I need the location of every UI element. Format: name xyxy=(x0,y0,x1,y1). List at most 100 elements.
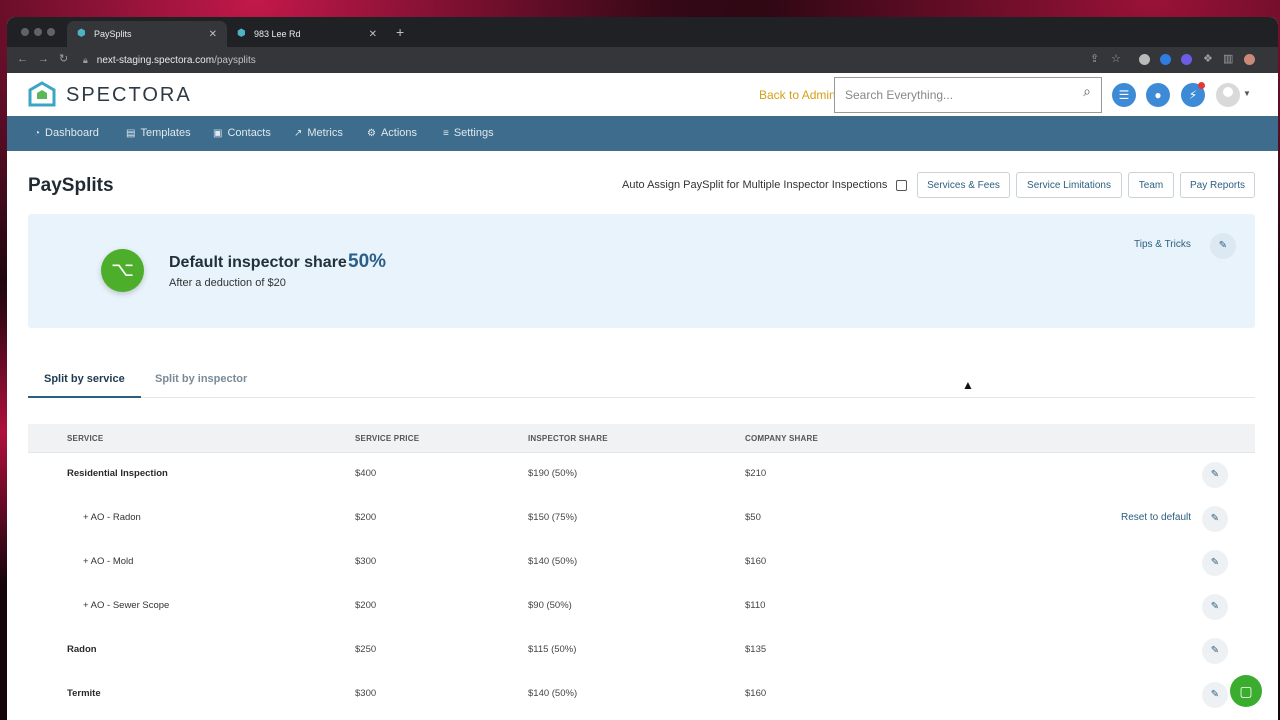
search-input[interactable]: Search Everything... ⌕ xyxy=(834,77,1102,113)
inspector-share: $140 (50%) xyxy=(528,688,578,699)
logo-text[interactable]: SPECTORA xyxy=(66,84,192,107)
auto-assign-label: Auto Assign PaySplit for Multiple Inspec… xyxy=(622,179,888,191)
service-price: $200 xyxy=(355,512,377,523)
service-name: + AO - Radon xyxy=(83,512,141,523)
inspector-share: $150 (75%) xyxy=(528,512,578,523)
table-row: Residential Inspection $400 $190 (50%) $… xyxy=(28,453,1255,497)
edit-row-pencil-icon[interactable]: ✎ xyxy=(1202,462,1228,488)
service-price: $300 xyxy=(355,688,377,699)
edit-default-share-pencil-icon[interactable]: ✎ xyxy=(1210,233,1236,259)
metrics-icon: ↗ xyxy=(294,127,303,139)
tab-split-by-service[interactable]: Split by service xyxy=(28,372,141,398)
table-row: Termite $300 $140 (50%) $160 ✎ xyxy=(28,673,1255,717)
list-icon[interactable]: ☰ xyxy=(1112,83,1136,107)
inspector-share: $140 (50%) xyxy=(528,556,578,567)
nav-item-templates[interactable]: ▤ Templates xyxy=(126,127,191,139)
company-share: $160 xyxy=(745,688,767,699)
dashboard-icon: ◔ xyxy=(34,127,41,139)
company-share: $135 xyxy=(745,644,767,655)
avatar[interactable] xyxy=(1216,83,1240,107)
team-button[interactable]: Team xyxy=(1128,172,1174,198)
address-bar[interactable]: 🔒︎ next-staging.spectora.com/paysplits xyxy=(83,50,1093,70)
service-name: Termite xyxy=(67,688,101,699)
spectora-logo-icon[interactable] xyxy=(28,81,56,109)
nav-item-contacts[interactable]: ▣ Contacts xyxy=(213,127,271,139)
edit-row-pencil-icon[interactable]: ✎ xyxy=(1202,682,1228,708)
edit-row-pencil-icon[interactable]: ✎ xyxy=(1202,638,1228,664)
search-icon[interactable]: ⌕ xyxy=(1083,83,1091,100)
share-icon[interactable]: ⇪ xyxy=(1090,53,1099,65)
chat-support-icon[interactable]: ▢ xyxy=(1230,675,1262,707)
service-price: $250 xyxy=(355,644,377,655)
url-host: next-staging.spectora.com xyxy=(96,54,215,66)
service-limitations-button[interactable]: Service Limitations xyxy=(1016,172,1122,198)
default-share-percent: 50% xyxy=(348,251,387,272)
service-price: $200 xyxy=(355,600,377,611)
spectora-favicon-icon: ⬢ xyxy=(77,28,86,39)
close-tab-icon[interactable]: ✕ xyxy=(209,29,217,40)
mouse-cursor-icon: ▲ xyxy=(962,378,974,392)
minimize-window-dot[interactable] xyxy=(34,28,42,36)
edit-row-pencil-icon[interactable]: ✎ xyxy=(1202,550,1228,576)
default-share-subtext: After a deduction of $20 xyxy=(169,277,286,289)
templates-icon: ▤ xyxy=(126,127,136,139)
extension-icon[interactable] xyxy=(1181,54,1192,65)
new-tab-icon[interactable]: + xyxy=(396,25,404,39)
edit-row-pencil-icon[interactable]: ✎ xyxy=(1202,506,1228,532)
main-nav: ◔ Dashboard ▤ Templates ▣ Contacts ↗ Met… xyxy=(7,116,1278,151)
service-name: Residential Inspection xyxy=(67,468,168,479)
page-title: PaySplits xyxy=(28,175,114,196)
table-row: + AO - Sewer Scope $200 $90 (50%) $110 ✎ xyxy=(28,585,1255,629)
settings-icon: ≡ xyxy=(443,127,449,139)
puzzle-extensions-icon[interactable]: ❖ xyxy=(1203,53,1213,65)
company-share: $50 xyxy=(745,512,761,523)
back-to-admin-link[interactable]: Back to Admin xyxy=(759,88,836,102)
split-tabs: Split by service Split by inspector xyxy=(28,372,1255,398)
nav-label: Dashboard xyxy=(45,127,99,139)
default-share-heading: Default inspector share xyxy=(169,254,347,271)
browser-tab-paysplits[interactable]: ⬢ PaySplits ✕ xyxy=(67,21,227,47)
service-name: + AO - Sewer Scope xyxy=(83,600,170,611)
company-share: $210 xyxy=(745,468,767,479)
lock-icon: 🔒︎ xyxy=(83,54,88,65)
browser-tab-lee-rd[interactable]: ⬢ 983 Lee Rd ✕ xyxy=(227,21,387,47)
profile-avatar-icon[interactable] xyxy=(1244,54,1255,65)
app-header: SPECTORA Back to Admin Search Everything… xyxy=(7,73,1278,116)
spectora-favicon-icon: ⬢ xyxy=(237,28,246,39)
maximize-window-dot[interactable] xyxy=(47,28,55,36)
nav-item-actions[interactable]: ⚙︎ Actions xyxy=(367,127,417,139)
tips-tricks-link[interactable]: Tips & Tricks xyxy=(1134,239,1191,250)
nav-item-dashboard[interactable]: ◔ Dashboard xyxy=(34,127,99,139)
close-tab-icon[interactable]: ✕ xyxy=(369,29,377,40)
nav-item-settings[interactable]: ≡ Settings xyxy=(443,127,494,139)
bookmark-star-icon[interactable]: ☆ xyxy=(1111,53,1121,65)
nav-label: Metrics xyxy=(307,127,343,139)
extension-icon[interactable] xyxy=(1139,54,1150,65)
default-share-panel: ⌥ Default inspector share 50% After a de… xyxy=(28,214,1255,328)
pay-reports-button[interactable]: Pay Reports xyxy=(1180,172,1255,198)
extension-icon[interactable] xyxy=(1160,54,1171,65)
browser-toolbar: ← → ↻ 🔒︎ next-staging.spectora.com/paysp… xyxy=(7,47,1278,73)
services-fees-button[interactable]: Services & Fees xyxy=(917,172,1010,198)
column-header-service: SERVICE xyxy=(67,434,104,443)
side-panel-icon[interactable]: ▥ xyxy=(1223,53,1233,65)
company-share: $160 xyxy=(745,556,767,567)
forward-arrow-icon[interactable]: → xyxy=(38,53,49,65)
tab-split-by-inspector[interactable]: Split by inspector xyxy=(139,372,263,398)
search-placeholder: Search Everything... xyxy=(845,88,954,102)
chat-bubble-icon[interactable]: ● xyxy=(1146,83,1170,107)
reset-to-default-link[interactable]: Reset to default xyxy=(1121,512,1191,523)
reload-icon[interactable]: ↻ xyxy=(59,53,68,65)
back-arrow-icon[interactable]: ← xyxy=(17,53,28,65)
nav-item-metrics[interactable]: ↗ Metrics xyxy=(294,127,343,139)
edit-row-pencil-icon[interactable]: ✎ xyxy=(1202,594,1228,620)
auto-assign-checkbox[interactable] xyxy=(896,180,907,191)
close-window-dot[interactable] xyxy=(21,28,29,36)
chevron-down-icon[interactable]: ▼ xyxy=(1243,89,1251,98)
browser-tab-strip: ⬢ PaySplits ✕ ⬢ 983 Lee Rd ✕ + xyxy=(7,17,1278,47)
nav-label: Contacts xyxy=(227,127,271,139)
nav-label: Settings xyxy=(453,127,494,139)
inspector-share: $90 (50%) xyxy=(528,600,572,611)
tab-title: PaySplits xyxy=(94,29,132,39)
column-header-company-share: COMPANY SHARE xyxy=(745,434,818,443)
